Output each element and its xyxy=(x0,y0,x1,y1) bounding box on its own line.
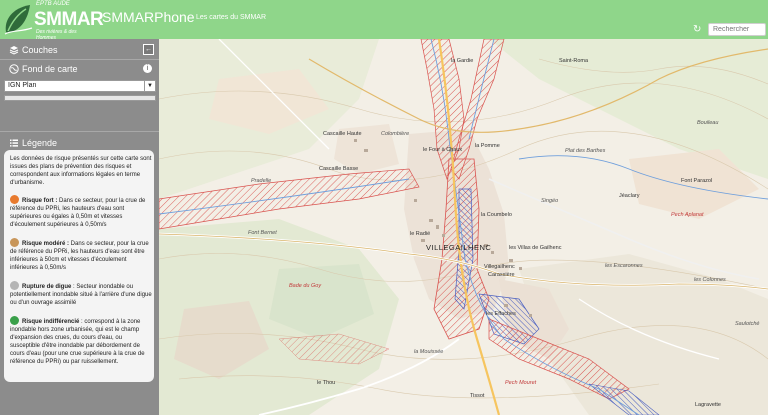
legend-intro: Les données de risque présentés sur cett… xyxy=(10,156,152,186)
place-label: Pradelle xyxy=(251,178,272,184)
place-label: Pech Mouret xyxy=(505,380,537,386)
app-subtitle: Les cartes du SMMAR xyxy=(196,14,267,21)
place-label: Saulotché xyxy=(735,321,760,327)
divider xyxy=(0,131,159,132)
legend-title: Légende xyxy=(22,138,58,148)
place-label: Tissot xyxy=(470,393,485,399)
risk-high-swatch xyxy=(10,195,19,204)
place-label: Saint-Roma xyxy=(559,58,589,64)
place-label: les Effaches xyxy=(486,311,516,317)
legend-item-title: Risque fort : xyxy=(22,198,58,204)
town-label: VILLEGAILHENC xyxy=(426,243,492,252)
place-label: le Thou xyxy=(317,380,336,386)
legend-item-title: Risque indifférencié xyxy=(22,319,80,325)
collapse-panel-button[interactable]: ← xyxy=(143,44,154,55)
legend-item-risque-indifferencie: Risque indifférencié : correspond à la z… xyxy=(10,316,152,366)
place-label: Bouileau xyxy=(697,120,719,126)
risk-moderate-swatch xyxy=(10,238,19,247)
place-label: Jéaclary xyxy=(619,193,640,199)
place-label: les Escaronnes xyxy=(605,263,643,269)
place-label: Font Parazol xyxy=(681,178,713,184)
globe-icon xyxy=(9,64,19,74)
place-label: le Four à Chaux xyxy=(423,147,463,153)
layers-title: Couches xyxy=(22,45,58,55)
layers-header[interactable]: Couches ← xyxy=(0,41,159,59)
legend-item-risque-fort: Risque fort : Dans ce secteur, pour la c… xyxy=(10,195,152,229)
leaf-logo-icon xyxy=(4,5,33,35)
legend-item-title: Risque modéré : xyxy=(22,241,70,247)
info-icon[interactable]: i xyxy=(143,64,152,73)
side-panel: Couches ← Fond de carte i IGN Plan ▼ Lég… xyxy=(0,39,159,415)
basemap-select[interactable]: IGN Plan ▼ xyxy=(4,80,156,92)
map-base xyxy=(159,39,768,415)
logo-main-text: SMMAR xyxy=(34,9,104,30)
place-label: Colombière xyxy=(381,131,410,137)
opacity-slider[interactable] xyxy=(4,95,156,101)
place-label: Plat des Barthes xyxy=(565,148,606,154)
place-label: Bade du Goy xyxy=(289,283,322,289)
legend-content: Les données de risque présentés sur cett… xyxy=(4,150,154,382)
place-label: Cascaille Haute xyxy=(323,131,362,137)
app-title: SMMARPhone xyxy=(102,9,195,25)
legend-item-text: : correspond à la zone inondable hors zo… xyxy=(10,319,145,365)
place-label: la Coumbelo xyxy=(481,212,512,218)
list-icon xyxy=(10,139,18,147)
refresh-icon[interactable]: ↻ xyxy=(693,25,703,35)
dike-failure-swatch xyxy=(10,281,19,290)
legend-item-title: Rupture de digue xyxy=(22,284,72,290)
place-label: Pech Aplanat xyxy=(671,212,704,218)
chevron-down-icon: ▼ xyxy=(144,81,155,91)
basemap-title: Fond de carte xyxy=(22,64,78,74)
place-label: Villegailhenc xyxy=(484,264,515,270)
basemap-header[interactable]: Fond de carte i xyxy=(0,60,159,78)
place-label: Cascaille Basse xyxy=(319,166,359,172)
place-label: Singéo xyxy=(541,198,559,204)
place-label: Carassière xyxy=(488,272,515,278)
map-canvas[interactable]: la Gardie Saint-Roma Colombière Cascaill… xyxy=(159,39,768,415)
layers-icon xyxy=(9,46,19,55)
place-label: la Mouissée xyxy=(414,349,444,355)
place-label: les Villas de Gailhenc xyxy=(509,245,562,251)
place-label: la Gardie xyxy=(451,58,474,64)
search-input[interactable] xyxy=(708,23,766,36)
place-label: le Radié xyxy=(410,231,431,237)
risk-undifferentiated-swatch xyxy=(10,316,19,325)
basemap-selected-value: IGN Plan xyxy=(8,82,37,89)
place-label: Font Bernet xyxy=(248,230,277,236)
logo-top-text: EPTB AUDE xyxy=(36,1,70,7)
place-label: la Pomme xyxy=(475,143,500,149)
place-label: Lagravette xyxy=(695,402,721,408)
app-header: EPTB AUDE SMMAR Des rivières & des Homme… xyxy=(0,0,768,41)
smmar-logo[interactable]: EPTB AUDE SMMAR Des rivières & des Homme… xyxy=(0,0,104,41)
legend-item-risque-modere: Risque modéré : Dans ce secteur, pour la… xyxy=(10,238,152,272)
legend-item-rupture-digue: Rupture de digue : Secteur inondable ou … xyxy=(10,281,152,307)
place-label: les Colonnes xyxy=(694,277,726,283)
